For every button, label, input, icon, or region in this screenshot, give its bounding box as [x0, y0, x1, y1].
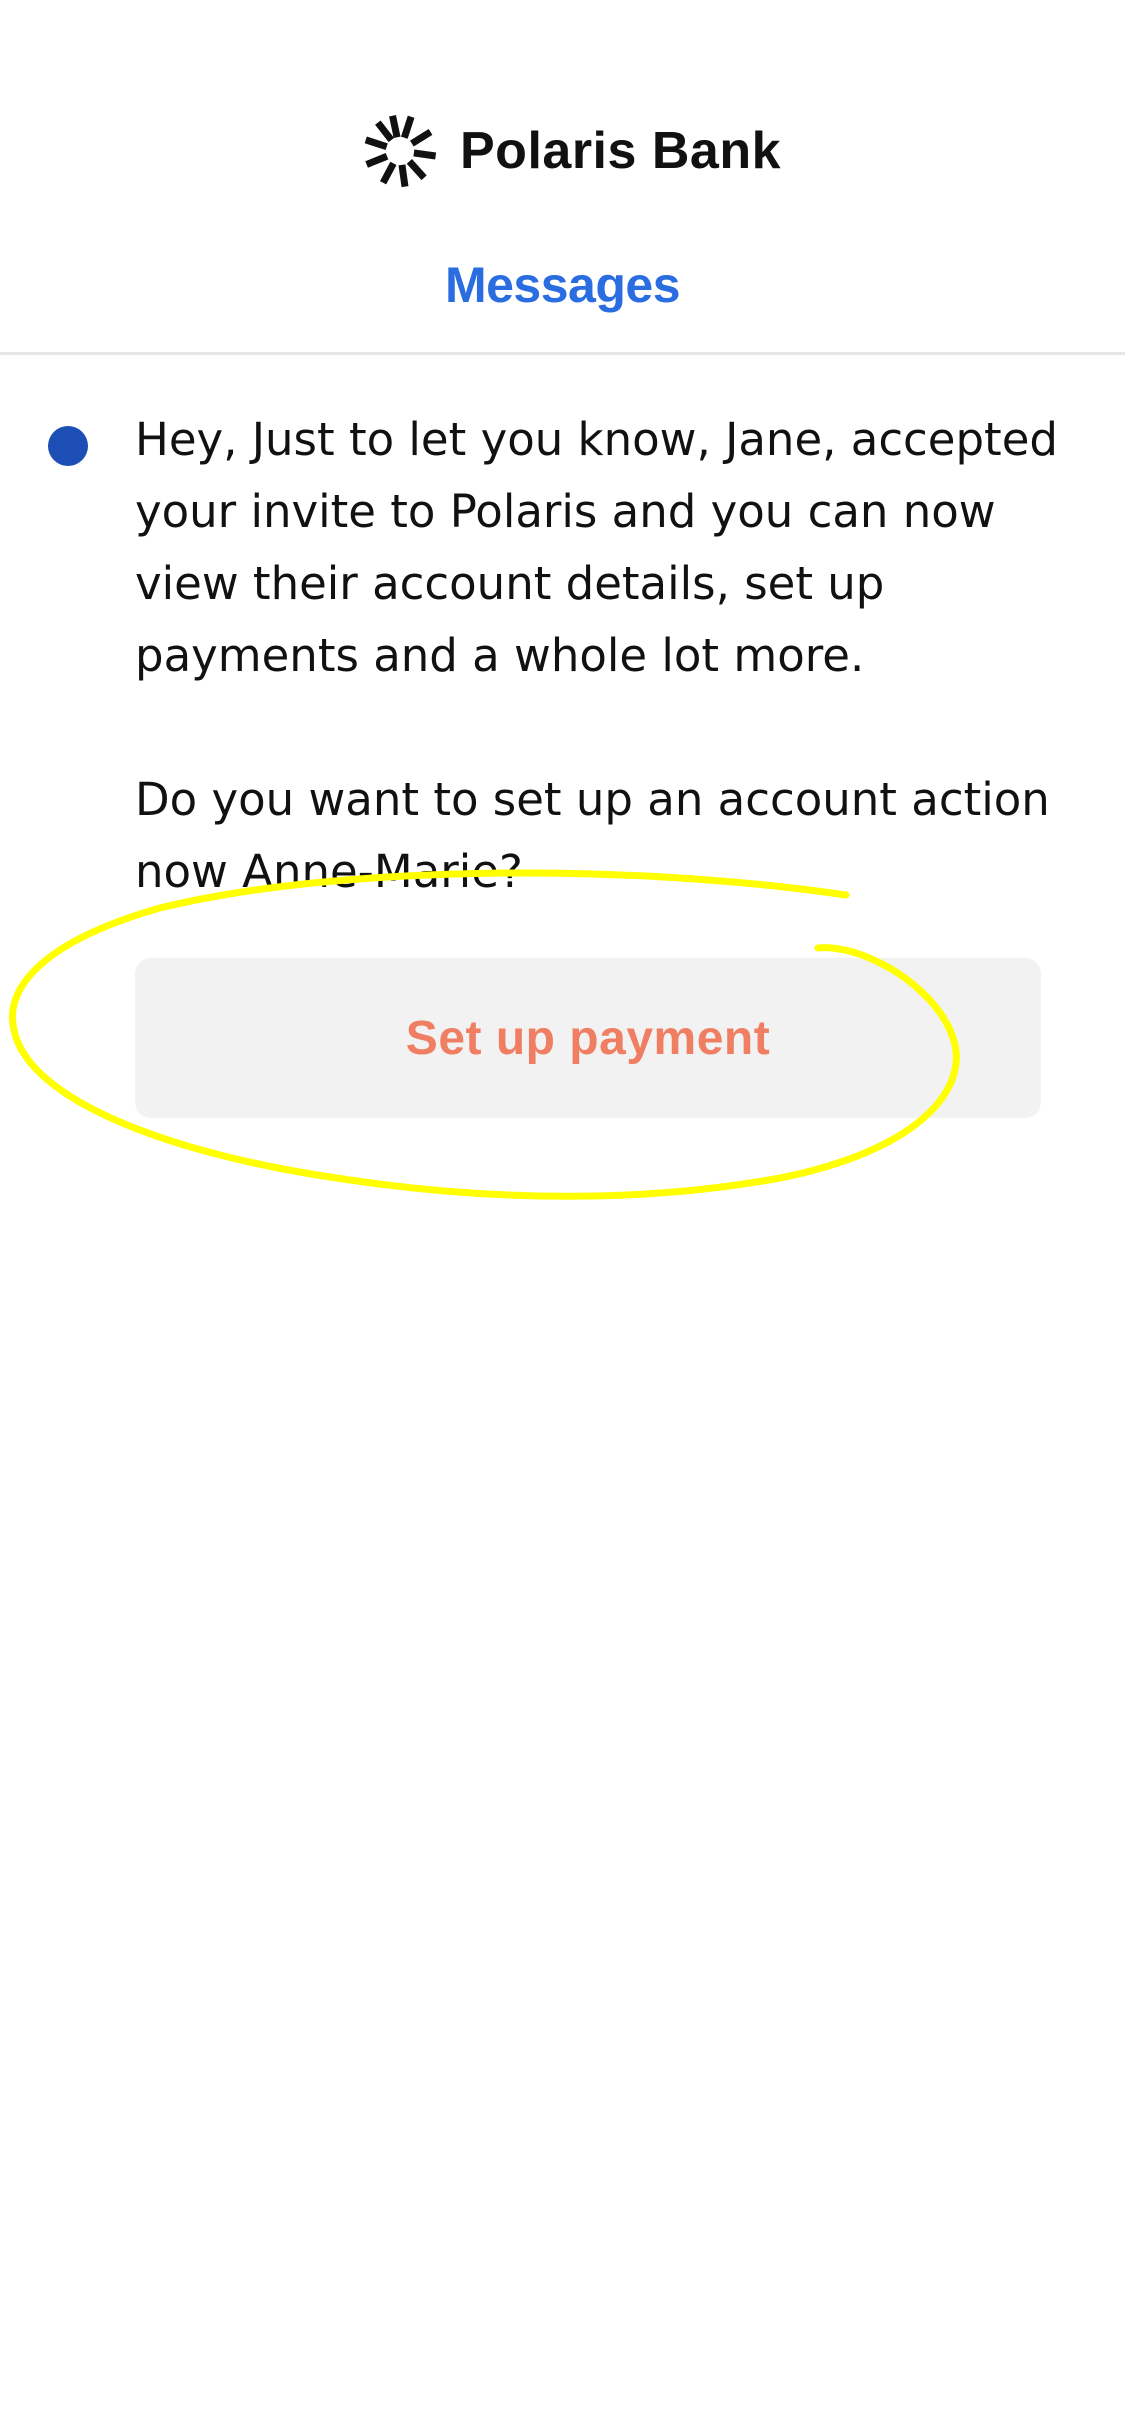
message-body: Hey, Just to let you know, Jane, accepte…: [135, 404, 1075, 908]
message-paragraph: Hey, Just to let you know, Jane, accepte…: [135, 413, 1058, 682]
message-paragraph: Do you want to set up an account action …: [135, 773, 1050, 898]
unread-indicator: [48, 426, 88, 466]
set-up-payment-button[interactable]: Set up payment: [135, 958, 1041, 1118]
brand-name: Polaris Bank: [460, 122, 782, 180]
app-header: Polaris Bank Messages: [0, 0, 1125, 355]
sunburst-logo-icon: [364, 115, 437, 188]
brand: Polaris Bank: [360, 108, 781, 194]
highlight-annotation: [8, 869, 960, 1200]
page-title: Messages: [444, 257, 681, 313]
set-up-payment-label: Set up payment: [405, 1011, 771, 1065]
